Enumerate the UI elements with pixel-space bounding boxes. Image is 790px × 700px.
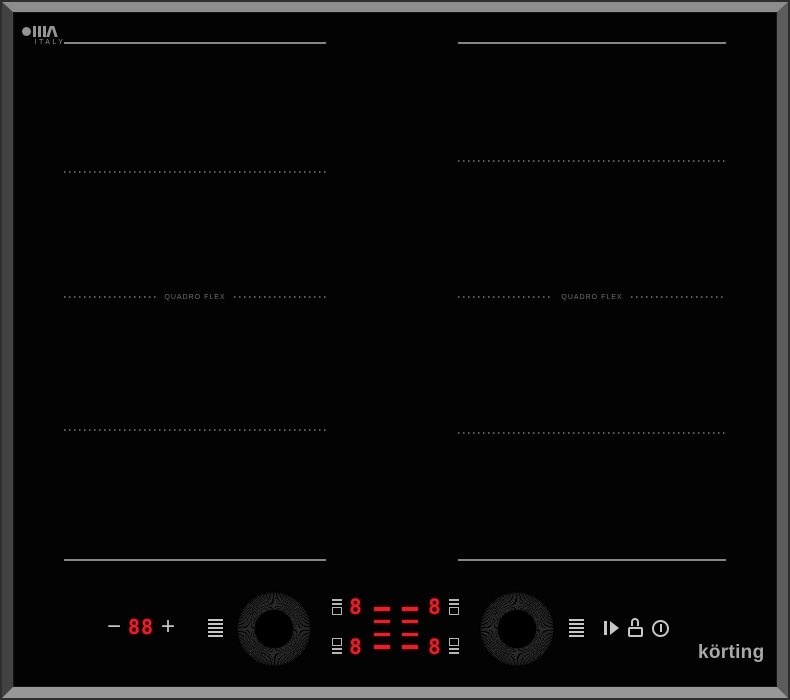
quadro-flex-label: QUADRO FLEX (156, 294, 233, 301)
power-bar-column (374, 607, 390, 649)
icon-square (332, 638, 342, 646)
logo-bar-glyph (38, 26, 41, 37)
power-bar (374, 633, 390, 637)
lock-icon[interactable] (628, 618, 643, 637)
icon-bar (332, 652, 342, 654)
left-zone-bottom-line (64, 559, 326, 561)
power-bar (374, 645, 390, 649)
dotted-segment (234, 296, 326, 298)
power-bar (374, 620, 390, 624)
zone-position-top-left-icon (332, 599, 342, 615)
right-menu-icon[interactable] (569, 619, 584, 637)
power-bar (402, 620, 418, 624)
power-icon[interactable] (652, 620, 669, 637)
lock-shackle (631, 618, 639, 626)
icon-square (449, 638, 459, 646)
power-bar (402, 645, 418, 649)
logo-slant-glyph (51, 26, 58, 37)
power-bar-column (402, 607, 418, 649)
right-zone-bottom-line (458, 559, 726, 561)
power-bar (402, 607, 418, 611)
made-in-italy-glyphs (22, 24, 78, 37)
icon-bar (332, 599, 342, 601)
lock-body (628, 627, 643, 637)
left-zone-divider-line (64, 171, 326, 173)
right-zone-center-line: QUADRO FLEX (458, 292, 726, 302)
plus-button[interactable]: + (156, 614, 180, 639)
left-zone-center-line: QUADRO FLEX (64, 292, 326, 302)
left-menu-icon[interactable] (208, 619, 223, 637)
power-level-bottom-left: 8 (349, 637, 362, 658)
dotted-segment (64, 296, 156, 298)
minus-button[interactable]: − (102, 615, 126, 639)
play-triangle (610, 621, 619, 635)
right-zone-divider-line (458, 432, 726, 434)
icon-bar (449, 648, 459, 650)
timer-display: 88 (128, 616, 154, 639)
icon-bar (449, 599, 459, 601)
right-control-knob[interactable] (479, 591, 555, 667)
left-control-knob[interactable] (236, 591, 312, 667)
power-bar (374, 607, 390, 611)
quadro-flex-label: QUADRO FLEX (553, 294, 630, 301)
zone-position-bottom-left-icon (332, 638, 342, 654)
icon-bar (449, 603, 459, 605)
right-zone-top-line (458, 42, 726, 44)
logo-dot-glyph (22, 27, 31, 36)
icon-bar (449, 652, 459, 654)
icon-bar (332, 648, 342, 650)
power-level-top-left: 8 (349, 597, 362, 618)
dotted-segment (631, 296, 726, 298)
icon-square (449, 607, 459, 615)
logo-bar-glyph (33, 26, 36, 37)
left-zone-divider-line (64, 429, 326, 431)
left-zone-top-line (64, 42, 326, 44)
zone-position-top-right-icon (449, 599, 459, 615)
korting-logo: körting (698, 642, 764, 664)
power-level-top-right: 8 (428, 597, 441, 618)
dotted-segment (458, 296, 553, 298)
zone-position-bottom-right-icon (449, 638, 459, 654)
power-level-bottom-right: 8 (428, 637, 441, 658)
icon-bar (332, 603, 342, 605)
icon-square (332, 607, 342, 615)
power-bar (402, 633, 418, 637)
right-zone-divider-line (458, 160, 726, 162)
induction-cooktop: ITALY QUADRO FLEX QUADRO FLEX − 88 + (0, 0, 790, 700)
boost-play-icon[interactable] (604, 621, 619, 635)
play-bar (604, 621, 607, 635)
